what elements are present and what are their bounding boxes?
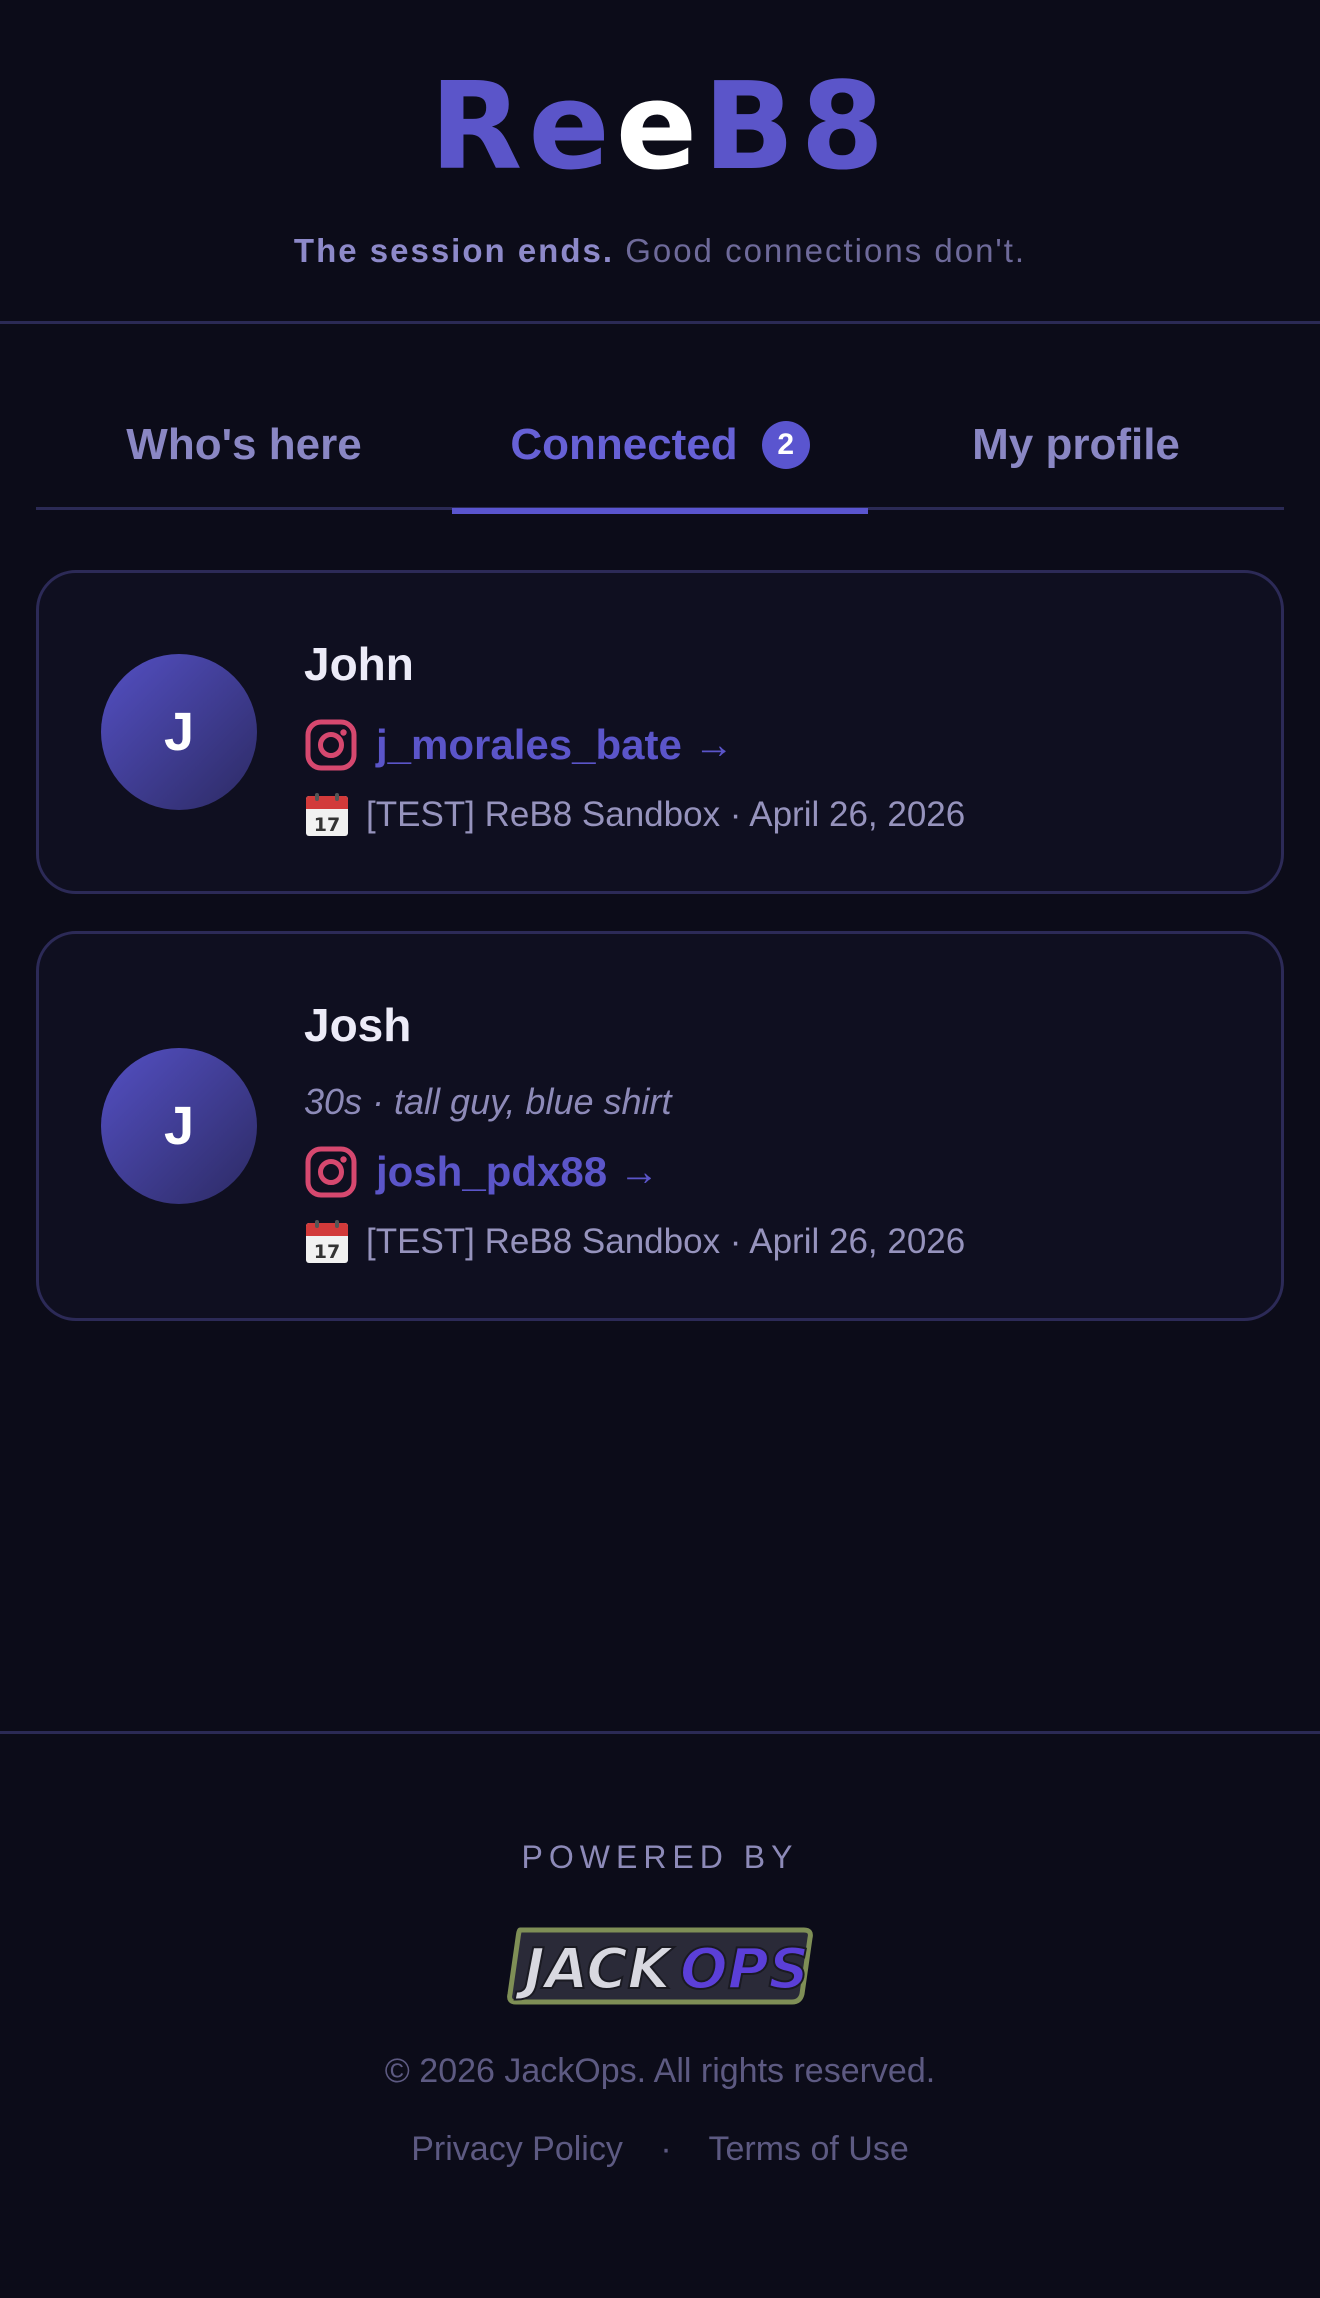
logo-ops-text: OPS xyxy=(680,1937,809,2002)
instagram-link[interactable]: josh_pdx88 → xyxy=(304,1144,659,1200)
event-info: 17 [TEST] ReB8 Sandbox · April 26, 2026 xyxy=(304,791,965,839)
tab-connected[interactable]: Connected 2 xyxy=(452,380,868,514)
instagram-handle: josh_pdx88 xyxy=(376,1148,608,1195)
arrow-right-icon: → xyxy=(693,722,734,767)
tab-whos-here[interactable]: Who's here xyxy=(36,380,452,510)
connection-name: John xyxy=(304,638,414,690)
jackops-logo[interactable]: JACK OPS xyxy=(506,1924,814,2006)
page: ReeB8 The session ends. Good connections… xyxy=(0,0,1320,2298)
connection-card: J John j_morales_bate → 17 [TEST] ReB8 S… xyxy=(36,570,1284,894)
footer: POWERED BY JACK OPS © 2026 JackOps. All … xyxy=(0,1731,1320,2298)
instagram-icon xyxy=(305,719,357,771)
event-info: 17 [TEST] ReB8 Sandbox · April 26, 2026 xyxy=(304,1218,965,1266)
tagline-strong: The session ends. xyxy=(293,232,615,269)
connected-count-badge: 2 xyxy=(761,421,810,469)
powered-by-label: POWERED BY xyxy=(521,1839,799,1875)
arrow-right-icon: → xyxy=(619,1149,660,1194)
event-text: [TEST] ReB8 Sandbox · April 26, 2026 xyxy=(366,1222,966,1261)
instagram-link[interactable]: j_morales_bate → xyxy=(304,717,734,773)
footer-links: Privacy Policy · Terms of Use xyxy=(0,2130,1320,2169)
terms-of-use-link[interactable]: Terms of Use xyxy=(708,2130,908,2168)
tab-bar: Who's here Connected 2 My profile xyxy=(36,380,1284,514)
copyright: © 2026 JackOps. All rights reserved. xyxy=(384,2052,936,2090)
instagram-handle: j_morales_bate xyxy=(376,721,682,768)
tab-label: Connected xyxy=(510,420,738,469)
connection-description: 30s · tall guy, blue shirt xyxy=(304,1081,672,1122)
connection-name: Josh xyxy=(304,999,412,1051)
tagline: The session ends. Good connections don't… xyxy=(0,232,1320,270)
avatar: J xyxy=(101,654,257,810)
app-header: ReeB8 The session ends. Good connections… xyxy=(0,0,1320,324)
avatar: J xyxy=(101,1048,257,1204)
calendar-icon: 17 xyxy=(306,793,348,836)
privacy-policy-link[interactable]: Privacy Policy xyxy=(411,2130,623,2168)
logo-jack-text: JACK xyxy=(514,1937,675,2002)
instagram-icon xyxy=(305,1146,357,1198)
logo-e: e xyxy=(615,58,704,197)
event-text: [TEST] ReB8 Sandbox · April 26, 2026 xyxy=(366,795,966,834)
tab-my-profile[interactable]: My profile xyxy=(868,380,1284,510)
calendar-icon: 17 xyxy=(306,1220,348,1263)
svg-text:17: 17 xyxy=(314,814,340,836)
tagline-rest: Good connections don't. xyxy=(625,232,1027,269)
app-logo: ReeB8 xyxy=(429,58,891,197)
svg-text:17: 17 xyxy=(314,1241,340,1263)
connection-card: J Josh 30s · tall guy, blue shirt josh_p… xyxy=(36,931,1284,1321)
tab-label: Who's here xyxy=(126,420,362,469)
link-separator: · xyxy=(660,2130,672,2168)
tab-label: My profile xyxy=(972,420,1180,469)
